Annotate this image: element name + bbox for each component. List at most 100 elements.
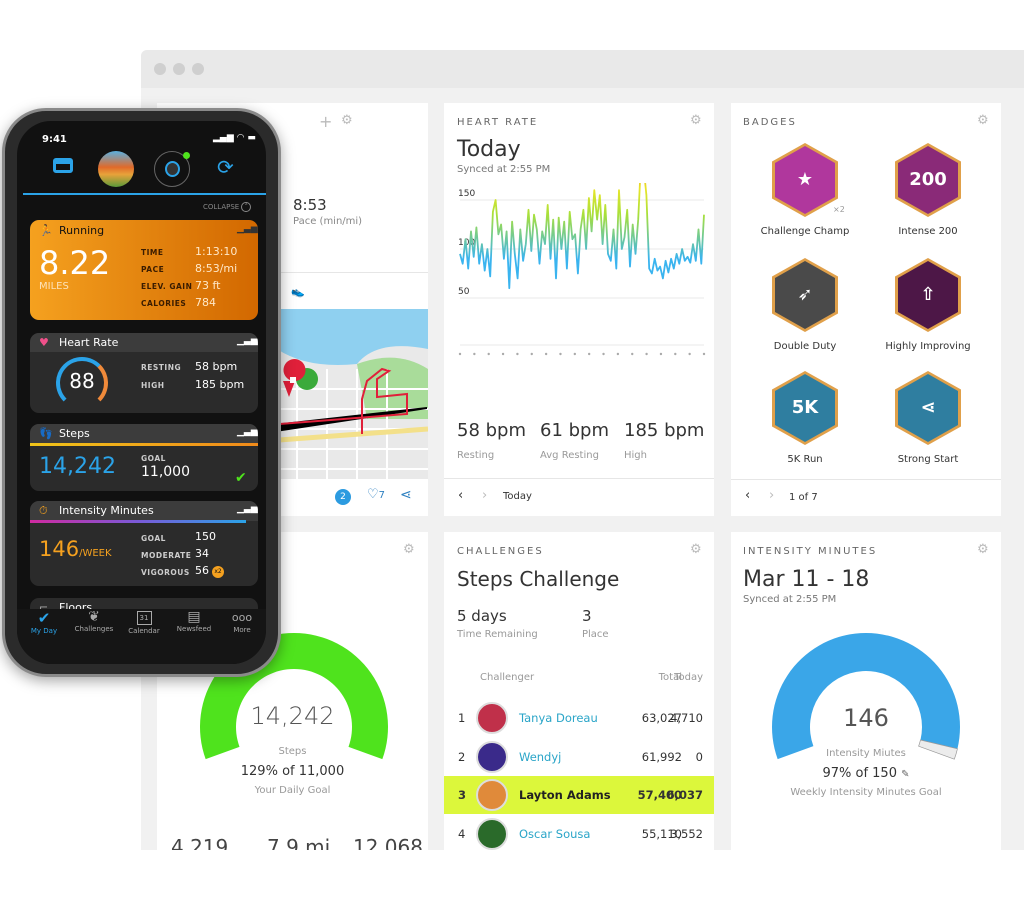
- chart-icon[interactable]: ▁▃▅: [237, 336, 258, 346]
- stat-value: 8:53/mi: [195, 262, 238, 275]
- heart-rate-widget[interactable]: ♥ Heart Rate ▁▃▅ 88 RESTING 58 bpm HIGH …: [30, 333, 258, 413]
- stat-value: 73 ft: [195, 279, 221, 292]
- maximize-window-button[interactable]: [192, 63, 204, 75]
- next-day-button[interactable]: ›: [482, 488, 487, 503]
- intensity-minutes-widget[interactable]: ⏱ Intensity Minutes ▁▃▅ 146/WEEK GOAL 15…: [30, 501, 258, 586]
- stat-value: 784: [195, 296, 216, 309]
- table-row[interactable]: 3 Layton Adams 57,400 6,037: [444, 776, 714, 815]
- stat-key: TIME: [141, 248, 164, 257]
- chart-icon[interactable]: ▁▃▅: [237, 504, 258, 514]
- distance-value: 8.22: [39, 244, 111, 282]
- place-value: 3: [582, 607, 592, 625]
- newspaper-icon: ▤: [187, 609, 201, 625]
- heart-rate-chart[interactable]: 50100150200: [444, 183, 714, 423]
- minimize-window-button[interactable]: [173, 63, 185, 75]
- today-steps: 6,037: [666, 788, 703, 803]
- intensity-value: 146: [843, 704, 889, 732]
- time-tick-dot: [544, 352, 548, 356]
- stat-value: 1:13:10: [195, 245, 238, 258]
- heart-rate-line: [459, 183, 705, 290]
- previous-day-button[interactable]: ‹: [458, 488, 463, 503]
- unit: /WEEK: [79, 548, 112, 559]
- sync-icon[interactable]: ⟳: [217, 155, 234, 179]
- title-bar: [141, 50, 1024, 88]
- tab-newsfeed[interactable]: ▤ Newsfeed: [169, 609, 219, 633]
- next-page-button[interactable]: ›: [769, 488, 774, 503]
- previous-page-button[interactable]: ‹: [745, 488, 750, 503]
- gear-icon[interactable]: ⚙: [690, 542, 702, 557]
- challenge-title[interactable]: Steps Challenge: [457, 567, 619, 591]
- badge-glyph: ⋖: [898, 374, 958, 442]
- tab-my-day[interactable]: ✔ My Day: [19, 609, 69, 635]
- stat-key: HIGH: [141, 381, 165, 390]
- time-remaining-value: 5 days: [457, 607, 507, 625]
- time-tick-dot: [516, 352, 519, 356]
- chart-icon[interactable]: ▁▃▅: [237, 224, 258, 234]
- avatar: [476, 702, 508, 734]
- share-icon[interactable]: ⋖: [400, 487, 412, 503]
- phone-mockup: 9:41 ▂▄▆ ◠ ▬ ⟳ COLLAPSE ˄ 🏃 Running ▁▃▅ …: [2, 108, 281, 677]
- time-tick-dot: [688, 352, 691, 356]
- badge-label: 5K Run: [787, 454, 823, 465]
- challenger-name: Layton Adams: [519, 788, 611, 803]
- card-title: Heart Rate: [59, 336, 119, 349]
- add-icon[interactable]: +: [319, 112, 332, 131]
- table-row[interactable]: 2 Wendyj 61,992 0: [444, 738, 714, 776]
- badge-icon: ⋖: [895, 371, 961, 445]
- edit-pencil-icon[interactable]: ✎: [901, 769, 909, 780]
- chart-icon[interactable]: ▁▃▅: [237, 427, 258, 437]
- badges-card: BADGES ⚙ ★ ×2 Challenge Champ 200 Intense…: [731, 103, 1001, 516]
- badge-label: Challenge Champ: [760, 226, 850, 237]
- heart-rate-card: HEART RATE ⚙ Today Synced at 2:55 PM 50 1…: [444, 103, 714, 516]
- stat-value: 56: [195, 564, 209, 577]
- card-title: Today: [457, 137, 521, 162]
- multiplier-badge: x2: [212, 566, 224, 578]
- stat-value: 12,068: [353, 835, 423, 850]
- gear-icon[interactable]: ⚙: [977, 113, 989, 128]
- challenger-name[interactable]: Tanya Doreau: [519, 711, 598, 725]
- watch-device-icon[interactable]: [154, 151, 190, 187]
- stat-value: 7.9 mi: [267, 835, 331, 850]
- time-tick-dot: [674, 352, 677, 356]
- laurel-icon: ❦: [88, 609, 100, 625]
- tab-challenges[interactable]: ❦ Challenges: [69, 609, 119, 633]
- gear-icon[interactable]: ⚙: [690, 113, 702, 128]
- tab-calendar[interactable]: 31 Calendar: [119, 609, 169, 635]
- tab-more[interactable]: ooo More: [217, 609, 266, 634]
- challenger-name[interactable]: Oscar Sousa: [519, 827, 590, 841]
- avg-resting-label: Avg Resting: [540, 450, 599, 461]
- status-time: 9:41: [42, 134, 67, 145]
- close-window-button[interactable]: [154, 63, 166, 75]
- badge-icon: 5K: [772, 371, 838, 445]
- time-tick-dot: [559, 352, 562, 356]
- steps-widget[interactable]: 👣 Steps ▁▃▅ 14,242 GOAL 11,000 ✔: [30, 424, 258, 491]
- tab-label: Newsfeed: [176, 625, 212, 633]
- gear-icon[interactable]: ⚙: [341, 113, 353, 128]
- table-row[interactable]: 4 Oscar Sousa 55,110 3,552: [444, 815, 714, 850]
- collapse-button[interactable]: COLLAPSE ˄: [203, 202, 251, 212]
- time-tick-dot: [458, 352, 462, 356]
- stat-key: VIGOROUS: [141, 568, 190, 577]
- stat-key: PACE: [141, 265, 165, 274]
- more-dots-icon: ooo: [231, 611, 253, 624]
- avatar: [476, 779, 508, 812]
- profile-avatar[interactable]: [98, 151, 134, 187]
- comment-count-badge[interactable]: 2: [335, 489, 351, 505]
- challenger-name[interactable]: Wendyj: [519, 750, 561, 764]
- intensity-goal-label: Weekly Intensity Minutes Goal: [790, 787, 942, 798]
- distance-unit: MILES: [39, 281, 69, 292]
- tab-label: Challenges: [74, 625, 114, 633]
- running-card[interactable]: 🏃 Running ▁▃▅ 8.22 MILES TIME 1:13:10 PA…: [30, 220, 258, 320]
- badge-icon: 200: [895, 143, 961, 217]
- high-value: 185 bpm: [624, 420, 705, 441]
- running-icon: 🏃: [39, 224, 53, 237]
- avatar: [476, 740, 508, 773]
- table-row[interactable]: 1 Tanya Doreau 63,027 4,710: [444, 699, 714, 737]
- like-button[interactable]: ♡7: [367, 487, 385, 502]
- today-steps: 0: [695, 749, 703, 764]
- goal-key: GOAL: [141, 454, 166, 463]
- card-title: Intensity Minutes: [59, 504, 154, 517]
- badge-label: Highly Improving: [885, 341, 971, 352]
- inbox-icon[interactable]: [53, 158, 73, 173]
- badge-glyph: ★: [775, 146, 835, 214]
